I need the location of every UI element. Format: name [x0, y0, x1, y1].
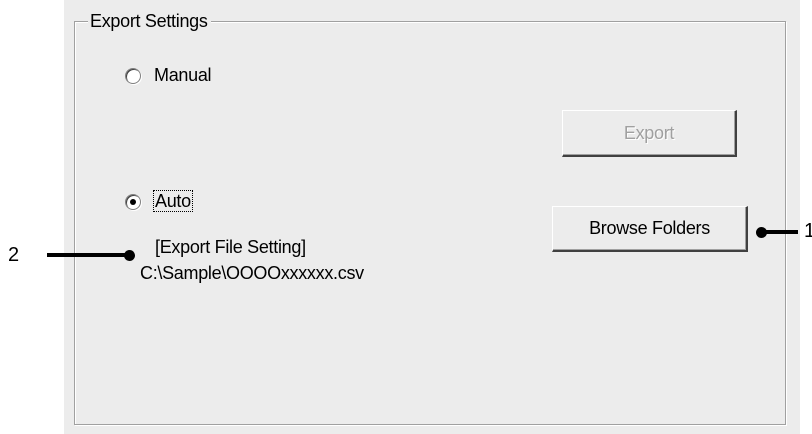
manual-radio-button[interactable] [125, 68, 141, 84]
manual-radio-label[interactable]: Manual [154, 64, 212, 86]
callout-2-dot [124, 250, 135, 261]
radio-selected-dot [130, 199, 136, 205]
callout-2-number: 2 [8, 244, 20, 266]
screenshot-canvas: Export Settings Manual Auto [Export File… [0, 0, 812, 434]
auto-radio-label[interactable]: Auto [153, 190, 193, 212]
callout-1-line [760, 230, 798, 234]
browse-folders-button[interactable]: Browse Folders [552, 206, 748, 252]
export-file-path: C:\Sample\OOOOxxxxxx.csv [140, 263, 364, 283]
export-settings-title: Export Settings [88, 10, 211, 32]
callout-1-number: 1 [804, 220, 812, 242]
auto-radio-label-text: Auto [153, 190, 193, 212]
export-button[interactable]: Export [562, 110, 737, 157]
callout-2-line [47, 253, 132, 257]
auto-radio-button[interactable] [125, 194, 141, 210]
export-file-setting-heading: [Export File Setting] [155, 237, 306, 257]
